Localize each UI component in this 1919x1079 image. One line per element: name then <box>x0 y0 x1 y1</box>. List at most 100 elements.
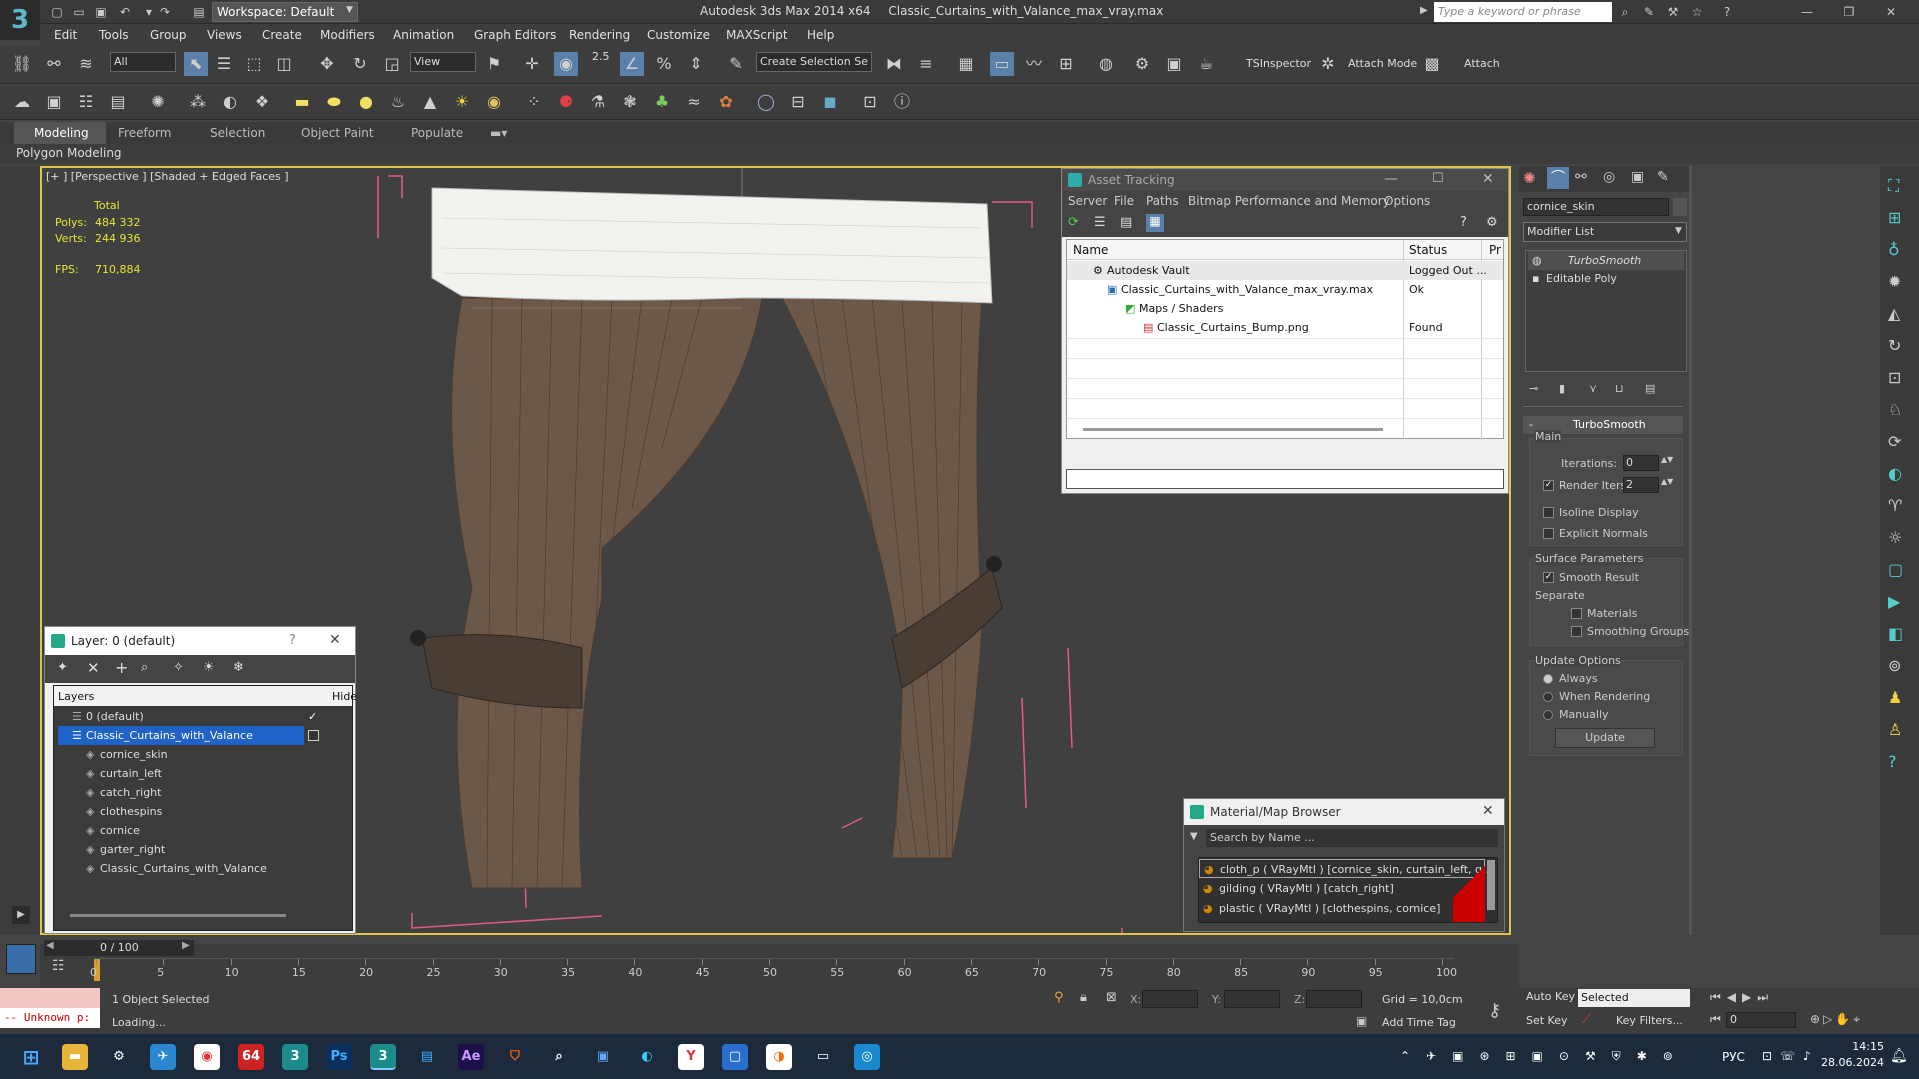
vray-light-icon[interactable]: ◐ <box>1888 464 1902 483</box>
list-item[interactable]: ◈ cornice <box>54 821 352 840</box>
spinner-arrows-icon[interactable]: ▲▼ <box>1661 455 1673 464</box>
viewport-navigation-icons[interactable]: ⊕▷✋⌖ <box>1810 1012 1863 1027</box>
select-objects-icon[interactable]: ⌕ <box>141 660 148 675</box>
menu-options[interactable]: Options <box>1384 194 1430 208</box>
move-icon[interactable]: ✥ <box>315 52 339 76</box>
close-icon[interactable]: ✕ <box>1882 3 1900 21</box>
edit-named-selection-icon[interactable]: ✎ <box>724 52 748 76</box>
select-object-icon[interactable]: ⬉ <box>184 52 208 76</box>
reference-coordinate-dropdown[interactable]: View <box>410 52 476 72</box>
menu-server[interactable]: Server <box>1068 194 1107 208</box>
col-name[interactable]: Name <box>1073 243 1108 257</box>
stack-item-turbosmooth[interactable]: ◍ TurboSmooth <box>1528 251 1684 270</box>
modifier-list-dropdown[interactable]: Modifier List <box>1523 222 1687 242</box>
bind-space-warp-icon[interactable]: ≋ <box>74 52 98 76</box>
menu-graph-editors[interactable]: Graph Editors <box>474 28 556 42</box>
expand-arrow-icon[interactable]: ▶ <box>12 906 30 924</box>
spacewarps-icon[interactable]: ♘ <box>1888 400 1902 419</box>
scatter-icon[interactable]: ⁘ <box>522 90 546 114</box>
toggle-panel-icon[interactable]: ◧ <box>1888 624 1903 643</box>
edge-icon[interactable]: ◐ <box>634 1044 660 1070</box>
remove-modifier-icon[interactable]: ⊔ <box>1615 382 1624 395</box>
new-file-icon[interactable]: ▢ <box>48 3 66 21</box>
yandex-icon[interactable]: Y <box>678 1044 704 1070</box>
tsinspector-label[interactable]: TSInspector <box>1246 57 1311 70</box>
show-end-result-icon[interactable]: ▮ <box>1559 382 1565 395</box>
render-iters-checkbox[interactable]: ✓ <box>1543 480 1554 491</box>
menu-paths[interactable]: Paths <box>1146 194 1179 208</box>
selection-filter-dropdown[interactable]: All <box>110 52 176 72</box>
col-hide[interactable]: Hide <box>332 690 357 703</box>
window-crossing-icon[interactable]: ◫ <box>272 52 296 76</box>
spinner-arrows-icon[interactable]: ▲▼ <box>1661 477 1673 486</box>
help-icon[interactable]: ? <box>1718 3 1736 21</box>
list-item[interactable]: ◕ cloth_p ( VRayMtl ) [cornice_skin, cur… <box>1199 859 1492 878</box>
absolute-mode-icon[interactable]: ⊠ <box>1106 990 1117 1005</box>
menu-tools[interactable]: Tools <box>99 28 129 42</box>
y-coordinate-field[interactable] <box>1224 990 1280 1008</box>
cloth-icon[interactable]: ⚗ <box>586 90 610 114</box>
asset-path-field[interactable] <box>1066 469 1504 489</box>
orbit-icon[interactable]: ⊚ <box>1888 656 1901 675</box>
hair-icon[interactable]: ❃ <box>618 90 642 114</box>
undo-icon[interactable]: ↶ <box>116 3 134 21</box>
browser-options-arrow-icon[interactable]: ▼ <box>1190 831 1198 842</box>
viewport-label[interactable]: [+ ] [Perspective ] [Shaded + Edged Face… <box>46 170 289 183</box>
sphere-primitive-icon[interactable]: ● <box>354 90 378 114</box>
menu-views[interactable]: Views <box>207 28 242 42</box>
layer-manager-icon[interactable]: ▦ <box>954 52 978 76</box>
when-rendering-radio[interactable] <box>1543 692 1553 702</box>
infocenter-search-input[interactable]: Type a keyword or phrase <box>1434 2 1612 22</box>
rotate-icon[interactable]: ↻ <box>348 52 372 76</box>
helpers-icon[interactable]: ⊡ <box>1888 368 1901 387</box>
snap-value[interactable]: 2.5 <box>592 50 610 63</box>
time-tag-icon[interactable]: ▣ <box>1356 1014 1367 1028</box>
set-key-icon[interactable]: ⟋ <box>1582 1012 1591 1027</box>
material-browser-window[interactable]: Material/Map Browser ✕ ▼ Search by Name … <box>1183 798 1505 932</box>
foliage-icon[interactable]: ♣ <box>650 90 674 114</box>
list-item[interactable]: ◕ gilding ( VRayMtl ) [catch_right] <box>1199 879 1485 898</box>
search-app-icon[interactable]: ⌕ <box>546 1044 572 1070</box>
add-time-tag[interactable]: Add Time Tag <box>1382 1016 1456 1029</box>
menu-group[interactable]: Group <box>150 28 187 42</box>
tab-freeform[interactable]: Freeform <box>118 126 171 140</box>
search-arrow-icon[interactable]: ▶ <box>1420 5 1428 16</box>
3ds-max-icon[interactable]: 3 <box>282 1044 308 1070</box>
modify-tab-icon[interactable]: ⌒ <box>1547 167 1569 189</box>
attach-mode-label[interactable]: Attach Mode <box>1348 57 1417 70</box>
go-to-start-icon[interactable]: ⏮ <box>1710 1012 1721 1027</box>
fur-icon[interactable]: ✿ <box>714 90 738 114</box>
list-item[interactable]: ◈ cornice_skin <box>54 745 352 764</box>
utilities-tab-icon[interactable]: ✎ <box>1657 169 1669 185</box>
menu-maxscript[interactable]: MAXScript <box>726 28 788 42</box>
material-editor-icon[interactable]: ◍ <box>1094 52 1118 76</box>
list-item[interactable]: ◈ catch_right <box>54 783 352 802</box>
network-volume-icons[interactable]: ⊡☏♪ <box>1762 1049 1819 1063</box>
save-app-icon[interactable]: ▣ <box>590 1044 616 1070</box>
display-tab-icon[interactable]: ▣ <box>1631 169 1644 185</box>
material-search-input[interactable]: Search by Name ... <box>1206 829 1498 847</box>
keyboard-shortcut-override-icon[interactable]: ◉ <box>554 52 578 76</box>
hierarchy-tab-icon[interactable]: ⚯ <box>1575 169 1587 185</box>
col-status[interactable]: Status <box>1409 243 1447 257</box>
object-name-field[interactable]: cornice_skin <box>1523 198 1669 216</box>
menu-file[interactable]: File <box>1114 194 1134 208</box>
vray-sphere-icon[interactable]: ◯ <box>754 90 778 114</box>
grid-view-icon[interactable]: ▦ <box>1146 214 1164 232</box>
menu-customize[interactable]: Customize <box>647 28 710 42</box>
cone-primitive-icon[interactable]: ⬬ <box>322 90 346 114</box>
material-browser-titlebar[interactable]: Material/Map Browser <box>1184 799 1504 825</box>
menu-rendering[interactable]: Rendering <box>569 28 630 42</box>
3ds-max-active-icon[interactable]: 3 <box>370 1044 396 1070</box>
stack-item-editable-poly[interactable]: ▪ Editable Poly <box>1528 269 1684 288</box>
vray-frame-buffer-icon[interactable]: ⊟ <box>786 90 810 114</box>
update-button[interactable]: Update <box>1555 728 1655 748</box>
set-key-button[interactable]: Set Key <box>1526 1014 1568 1027</box>
layer-help-icon[interactable]: ? <box>289 633 296 648</box>
menu-edit[interactable]: Edit <box>54 28 77 42</box>
helper-icon[interactable]: ◐ <box>218 90 242 114</box>
key-mode-icon[interactable]: ⚷ <box>1488 1000 1501 1021</box>
dynamics-icon[interactable]: ⚈ <box>554 90 578 114</box>
smooth-result-checkbox[interactable]: ✓ <box>1543 572 1554 583</box>
vertical-scrollbar[interactable] <box>1487 860 1495 910</box>
